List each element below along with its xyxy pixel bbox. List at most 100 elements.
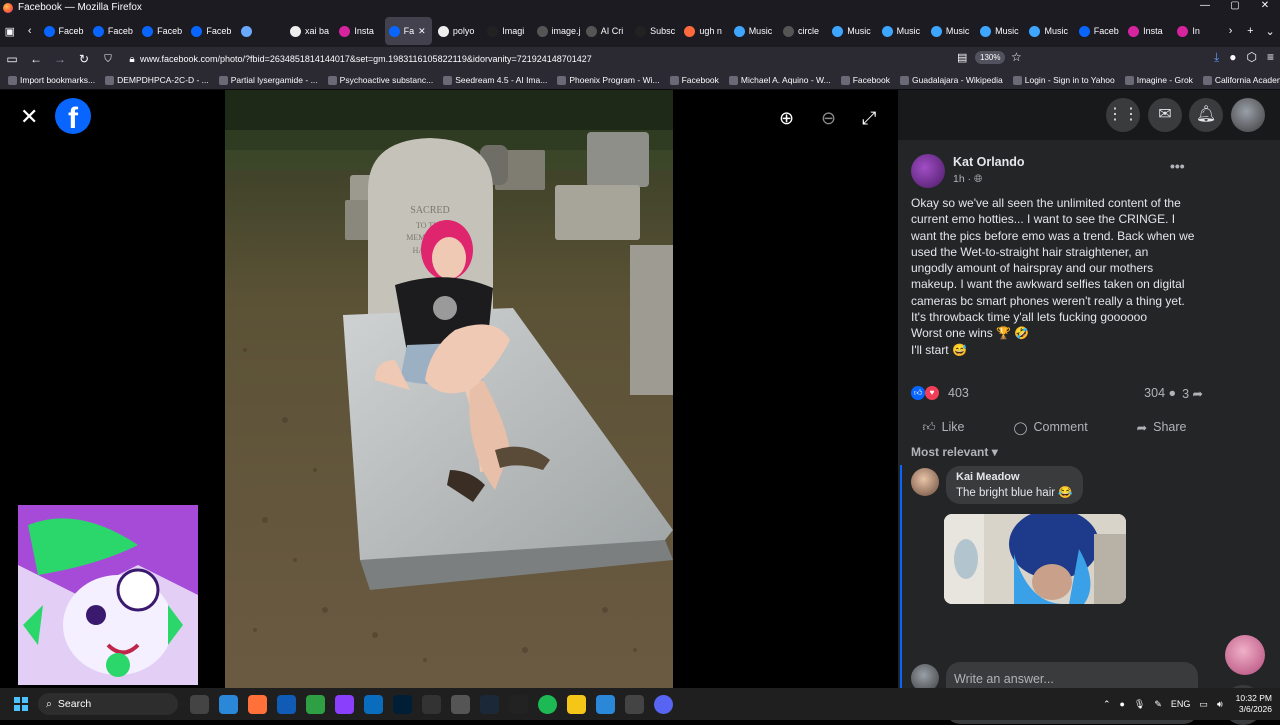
post-author[interactable]: Kat Orlando [953,155,1025,169]
new-tab-icon[interactable]: + [1240,25,1260,37]
windows-start-icon[interactable] [14,697,28,711]
browser-tab[interactable]: Insta [335,17,382,45]
browser-tab[interactable]: Faceb [138,17,185,45]
downloads-icon[interactable]: ⤓ [1214,50,1219,65]
bookmark-item[interactable]: DEMPDHPCA-2C-D - ... [105,75,209,85]
bookmark-item[interactable]: Psychoactive substanc... [327,75,433,85]
copilot-icon[interactable] [219,694,238,714]
notepad-icon[interactable] [306,694,325,714]
author-avatar[interactable] [911,154,945,188]
browser-tab[interactable]: polyo [434,17,481,45]
extensions-icon[interactable]: ⬡ [1247,50,1257,65]
browser-tab[interactable]: AI Cri [582,17,629,45]
account-avatar[interactable] [1231,98,1265,132]
pen-icon[interactable]: ✎ [1154,699,1162,710]
minimize-button[interactable]: — [1190,0,1220,11]
browser-tab[interactable]: Faceb [40,17,87,45]
browser-tab[interactable] [237,17,284,45]
tab-scroll-right-icon[interactable]: › [1221,25,1241,37]
tab-overview-icon[interactable]: ▣ [0,25,20,38]
tab-scroll-left-icon[interactable]: ‹ [20,25,40,37]
browser-tab[interactable]: Music [1025,17,1072,45]
task-view-icon[interactable] [190,694,209,714]
reply-input[interactable]: Write an answer... [954,672,1054,686]
account-icon[interactable]: ● [1229,50,1236,65]
shares-count[interactable]: 3 ➦ [1182,386,1203,401]
back-button[interactable]: ← [24,52,48,66]
language-indicator[interactable]: ENG [1171,699,1191,709]
settings-icon[interactable] [451,694,470,714]
menu-grid-icon[interactable]: ⋮⋮ [1106,98,1140,132]
comment-author[interactable]: Kai Meadow [956,471,1073,483]
close-window-button[interactable]: ✕ [1250,0,1280,11]
comments-count[interactable]: 304 ● [1144,386,1176,401]
bookmark-item[interactable]: Guadalajara - Wikipedia [900,75,1003,85]
bookmark-item[interactable]: Phoenix Program - Wi... [557,75,660,85]
browser-tab[interactable]: Faceb [1075,17,1122,45]
menu-icon[interactable]: ≡ [1267,50,1274,65]
browser-tab[interactable]: Music [976,17,1023,45]
bookmark-item[interactable]: Login - Sign in to Yahoo [1012,75,1115,85]
reader-view-icon[interactable]: ▤ [957,51,967,64]
like-button[interactable]: 👍︎ Like [922,420,964,435]
browser-tab[interactable]: image.jpg [533,17,580,45]
browser-tab[interactable]: Imagi [483,17,530,45]
chatgpt-icon[interactable] [422,694,441,714]
chat-head-avatar[interactable] [1225,635,1265,675]
forward-button[interactable]: → [48,52,72,66]
comment-image[interactable] [944,514,1126,604]
browser-tab[interactable]: In [1173,17,1220,45]
facebook-logo-icon[interactable]: f [55,98,91,135]
steam-icon[interactable] [480,694,499,714]
bookmark-item[interactable]: Import bookmarks... [8,75,95,85]
browser-tab[interactable]: Music [828,17,875,45]
zoom-level[interactable]: 130% [975,51,1006,64]
browser-tab[interactable]: Subsc [631,17,678,45]
app-blue-icon[interactable] [596,694,615,714]
zoom-out-icon[interactable]: ⊖ [821,108,836,129]
photoshop-icon[interactable] [393,694,412,714]
bookmark-item[interactable]: Facebook [669,75,719,85]
sidebar-toggle-icon[interactable]: ▭ [0,52,24,66]
audio-app-icon[interactable] [509,694,528,714]
tab-list-icon[interactable]: ⌄ [1260,25,1280,38]
browser-tab[interactable]: Fa ✕ [384,17,432,45]
comment-button[interactable]: ◯ Comment [1013,420,1087,435]
post-time[interactable]: 1h · 🌐︎ [953,173,982,186]
browser-tab[interactable]: ugh n [680,17,727,45]
comment-sort-dropdown[interactable]: Most relevant ▾ [911,445,998,459]
browser-tab[interactable]: Music [878,17,925,45]
browser-tab[interactable]: Music [730,17,777,45]
messenger-icon[interactable]: ✉ [1148,98,1182,132]
bookmark-star-icon[interactable]: ☆ [1011,50,1022,64]
post-options-icon[interactable]: ••• [1170,158,1185,174]
zoom-in-icon[interactable]: ⊕ [779,108,794,129]
microphone-icon[interactable]: 🎙︎ [1134,699,1145,710]
maximize-button[interactable]: ▢ [1220,0,1250,11]
url-bar[interactable]: www.facebook.com/photo/?fbid=26348518141… [140,50,940,68]
powershell-icon[interactable] [277,694,296,714]
discord-icon[interactable] [654,694,673,714]
bookmark-item[interactable]: Partial lysergamide - ... [218,75,318,85]
fullscreen-icon[interactable]: ⤢ [862,108,876,129]
volume-icon[interactable]: 🔊︎ [1217,699,1223,710]
network-icon[interactable]: ▭ [1199,699,1208,710]
file-explorer-icon[interactable] [567,694,586,714]
share-button[interactable]: ➦ Share [1137,420,1187,435]
browser-tab[interactable]: circle [779,17,826,45]
browser-tab[interactable]: xai ba [286,17,333,45]
browser-tab[interactable]: Insta [1124,17,1171,45]
bookmark-item[interactable]: Imagine - Grok [1124,75,1193,85]
bookmark-item[interactable]: Michael A. Aquino - W... [728,75,831,85]
reactions-summary[interactable]: 👍︎ ♥ 403 [911,386,969,400]
bookmark-item[interactable]: Facebook [840,75,890,85]
bookmark-item[interactable]: Seedream 4.5 - AI Ima... [443,75,547,85]
tray-chevron-icon[interactable]: ⌃ [1103,699,1111,710]
outlook-icon[interactable] [364,694,383,714]
clock[interactable]: 10:32 PM 3/6/2026 [1236,693,1272,715]
firefox-taskbar-icon[interactable] [248,694,267,714]
bookmark-item[interactable]: California Academy of... [1202,75,1280,85]
browser-tab[interactable]: Music [927,17,974,45]
browser-tab[interactable]: Faceb [89,17,136,45]
close-tab-icon[interactable]: ✕ [418,26,426,37]
